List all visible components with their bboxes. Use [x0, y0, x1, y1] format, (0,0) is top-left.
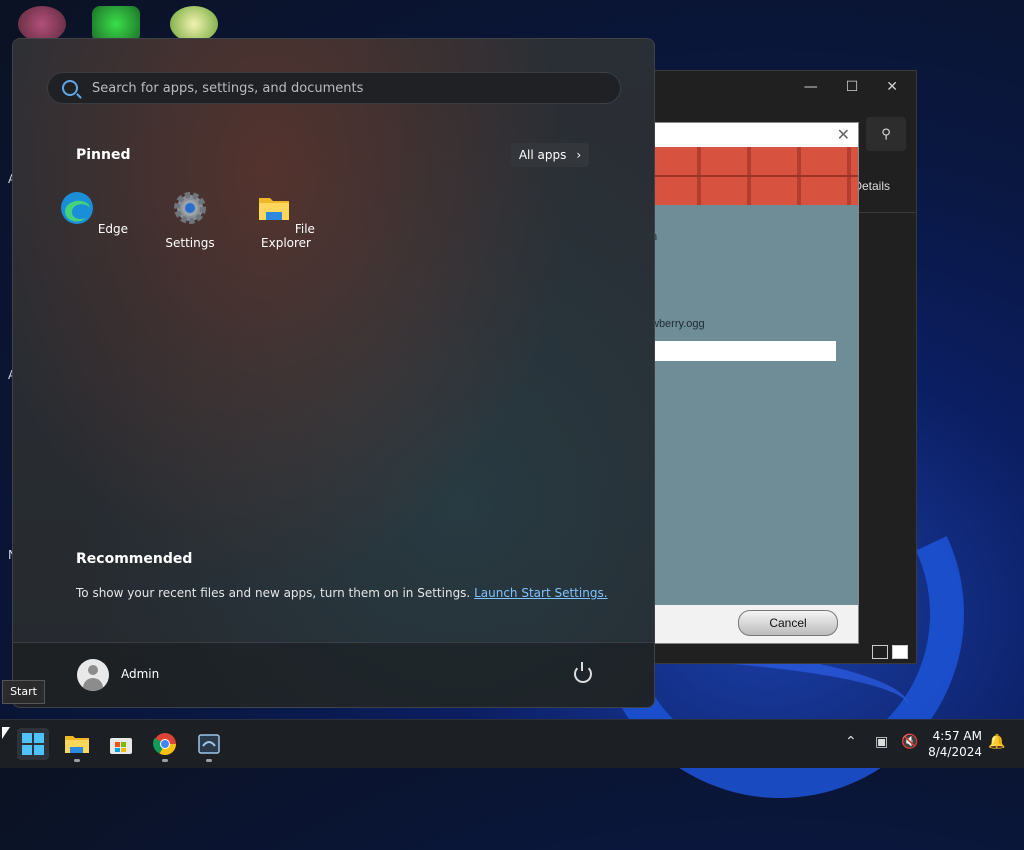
- all-apps-label: All apps: [518, 148, 567, 162]
- details-view-icon[interactable]: [872, 645, 888, 659]
- power-icon[interactable]: [574, 662, 592, 683]
- start-search-box[interactable]: [47, 72, 621, 104]
- store-icon: [110, 738, 132, 754]
- gear-icon: [174, 192, 206, 224]
- user-name[interactable]: Admin: [121, 667, 159, 681]
- avatar[interactable]: [77, 659, 109, 691]
- edge-icon: [60, 192, 93, 224]
- divider: [851, 212, 916, 213]
- clock-date: 8/4/2024: [928, 745, 982, 759]
- start-menu: Pinned All apps › Edge Settings File Exp…: [12, 38, 655, 708]
- pinned-app-label: Edge: [97, 222, 129, 236]
- desktop-app-icon[interactable]: [18, 6, 66, 42]
- pinned-app-settings[interactable]: Settings: [150, 191, 230, 250]
- chrome-icon: [153, 733, 176, 755]
- user-bar: Admin: [13, 642, 654, 707]
- start-tooltip: Start: [2, 680, 45, 704]
- taskbar: ⌃ ▣ 🔇 4:57 AM 8/4/2024 🔔: [0, 719, 1024, 768]
- pinned-app-label: File Explorer: [261, 222, 315, 250]
- desktop-shield-icon[interactable]: [92, 6, 140, 42]
- taskbar-file-explorer[interactable]: [61, 728, 93, 762]
- taskbar-store[interactable]: [105, 728, 137, 760]
- all-apps-button[interactable]: All apps ›: [511, 143, 589, 167]
- close-icon[interactable]: ✕: [837, 125, 850, 144]
- recommended-heading: Recommended: [76, 551, 193, 567]
- pinned-app-edge[interactable]: Edge: [54, 191, 134, 236]
- folder-icon: [259, 198, 290, 220]
- running-indicator: [74, 759, 80, 762]
- windows-logo-icon: [22, 733, 44, 755]
- network-icon[interactable]: ▣: [875, 734, 888, 750]
- chevron-up-icon[interactable]: ⌃: [845, 734, 857, 750]
- search-icon: ⚲: [881, 126, 891, 142]
- recommended-text: To show your recent files and new apps, …: [76, 586, 471, 600]
- mouse-cursor-icon: [2, 727, 10, 739]
- volume-muted-icon[interactable]: 🔇: [901, 734, 918, 750]
- folder-icon: [65, 736, 89, 753]
- cancel-button[interactable]: Cancel: [738, 610, 838, 636]
- start-button[interactable]: [17, 728, 49, 760]
- recommended-message: To show your recent files and new apps, …: [76, 586, 608, 600]
- search-input[interactable]: [90, 79, 620, 97]
- clock-time: 4:57 AM: [932, 729, 982, 743]
- app-window-icon: [198, 734, 220, 754]
- running-indicator: [206, 759, 212, 762]
- close-icon[interactable]: ✕: [886, 79, 898, 95]
- taskbar-app[interactable]: [193, 728, 225, 762]
- maximize-icon[interactable]: ☐: [846, 79, 859, 95]
- pinned-app-label: Settings: [165, 236, 215, 250]
- launch-start-settings-link[interactable]: Launch Start Settings.: [474, 586, 607, 600]
- chevron-right-icon: ›: [576, 148, 582, 162]
- running-indicator: [162, 759, 168, 762]
- taskbar-chrome[interactable]: [149, 728, 181, 762]
- notification-bell-icon[interactable]: 🔔: [988, 734, 1005, 750]
- pinned-app-file-explorer[interactable]: File Explorer: [246, 191, 326, 250]
- search-icon: [62, 80, 78, 96]
- tiles-view-icon[interactable]: [892, 645, 908, 659]
- desktop-globe-icon[interactable]: [170, 6, 218, 42]
- search-button[interactable]: ⚲: [866, 117, 906, 151]
- dialog-filename: wberry.ogg: [651, 318, 705, 330]
- clock[interactable]: 4:57 AM 8/4/2024: [928, 728, 982, 760]
- dialog-progress-field: [651, 341, 836, 361]
- minimize-icon[interactable]: —: [804, 79, 818, 95]
- pinned-heading: Pinned: [76, 147, 131, 163]
- view-toggle[interactable]: [872, 645, 908, 659]
